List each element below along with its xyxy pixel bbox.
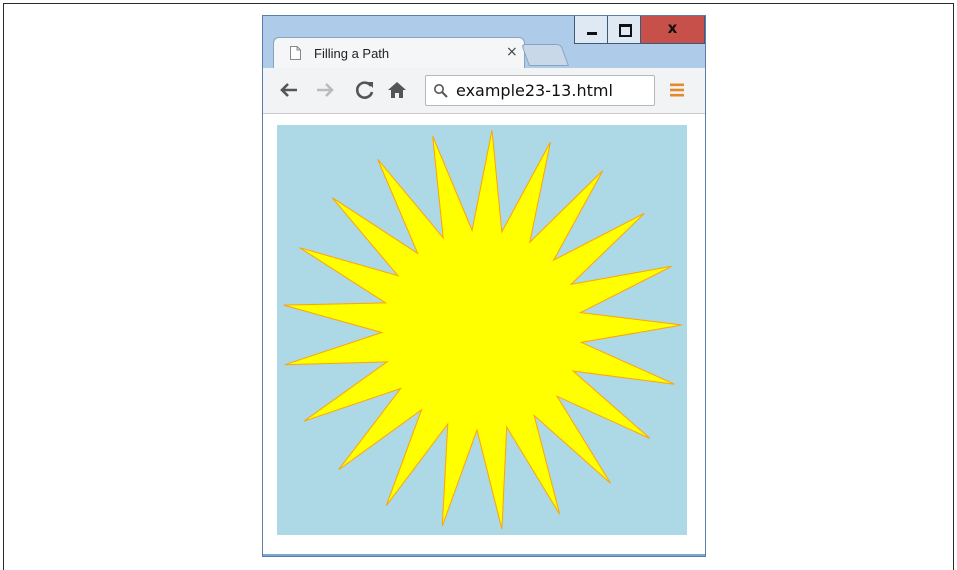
new-tab-button[interactable]	[520, 44, 570, 66]
maximize-button[interactable]	[607, 16, 641, 44]
canvas	[277, 125, 687, 535]
url-text: example23-13.html	[456, 81, 613, 100]
forward-arrow-icon[interactable]	[313, 78, 337, 102]
back-arrow-icon[interactable]	[277, 78, 301, 102]
address-bar[interactable]: example23-13.html	[425, 75, 655, 106]
minimize-button[interactable]	[574, 16, 608, 44]
reload-icon[interactable]	[353, 78, 377, 102]
toolbar: example23-13.html	[263, 68, 705, 114]
browser-window: Filling a Path × x example23-13.html	[262, 15, 706, 557]
tab-active[interactable]: Filling a Path ×	[273, 37, 525, 68]
title-bar: Filling a Path × x	[263, 16, 705, 68]
close-button[interactable]: x	[640, 16, 705, 44]
page-content	[263, 114, 705, 554]
maximize-icon	[619, 24, 632, 37]
search-icon	[434, 84, 448, 98]
tab-close-icon[interactable]: ×	[506, 44, 518, 60]
page-icon	[290, 46, 301, 60]
minimize-icon	[587, 32, 597, 35]
tab-title: Filling a Path	[314, 46, 390, 61]
close-icon: x	[667, 19, 678, 37]
home-icon[interactable]	[385, 78, 409, 102]
menu-icon[interactable]	[669, 82, 685, 98]
